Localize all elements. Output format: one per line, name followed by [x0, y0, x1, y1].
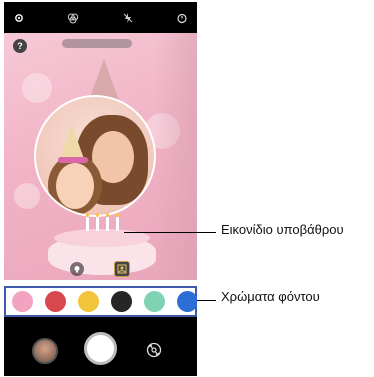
- callout-background-colors: Χρώματα φόντου: [221, 289, 320, 304]
- color-swatch[interactable]: [111, 291, 132, 312]
- switch-camera-icon[interactable]: [143, 339, 165, 361]
- help-button[interactable]: ?: [13, 39, 27, 53]
- camera-preview[interactable]: ?: [4, 33, 197, 280]
- callout-line-background-icon: [124, 232, 216, 233]
- candle-flame: [86, 213, 89, 217]
- shutter-button[interactable]: [84, 332, 117, 365]
- color-swatch[interactable]: [12, 291, 33, 312]
- candle: [96, 217, 99, 231]
- tiara: [58, 157, 88, 163]
- candle-flame: [106, 213, 109, 217]
- portrait-cutout: [34, 95, 156, 217]
- background-image-icon[interactable]: [114, 261, 130, 277]
- candle: [116, 217, 119, 231]
- gallery-thumbnail[interactable]: [32, 338, 58, 364]
- candle: [106, 217, 109, 231]
- candle-flame: [116, 213, 119, 217]
- color-swatch[interactable]: [177, 291, 197, 312]
- color-swatch[interactable]: [78, 291, 99, 312]
- color-swatch[interactable]: [45, 291, 66, 312]
- callout-line-background-colors: [197, 300, 216, 301]
- preview-shade: [155, 33, 197, 280]
- filter-icon[interactable]: [66, 11, 80, 25]
- color-swatch[interactable]: [144, 291, 165, 312]
- timer-icon[interactable]: [175, 11, 189, 25]
- child-face: [56, 163, 94, 209]
- callout-background-icon: Εικονίδιο υποβάθρου: [221, 222, 344, 237]
- bottom-bar: [4, 317, 197, 376]
- background-color-strip: [4, 286, 197, 317]
- phone-screen: ?: [4, 2, 197, 376]
- candle-flame: [96, 213, 99, 217]
- gear-icon[interactable]: [12, 11, 26, 25]
- candle: [86, 217, 89, 231]
- mode-indicator-pill: [62, 39, 132, 48]
- flash-off-icon[interactable]: [121, 11, 135, 25]
- top-toolbar: [4, 2, 197, 33]
- background-bokeh: [22, 73, 52, 103]
- party-hat: [60, 125, 84, 159]
- bulb-icon[interactable]: [70, 262, 84, 276]
- background-bokeh: [14, 183, 40, 209]
